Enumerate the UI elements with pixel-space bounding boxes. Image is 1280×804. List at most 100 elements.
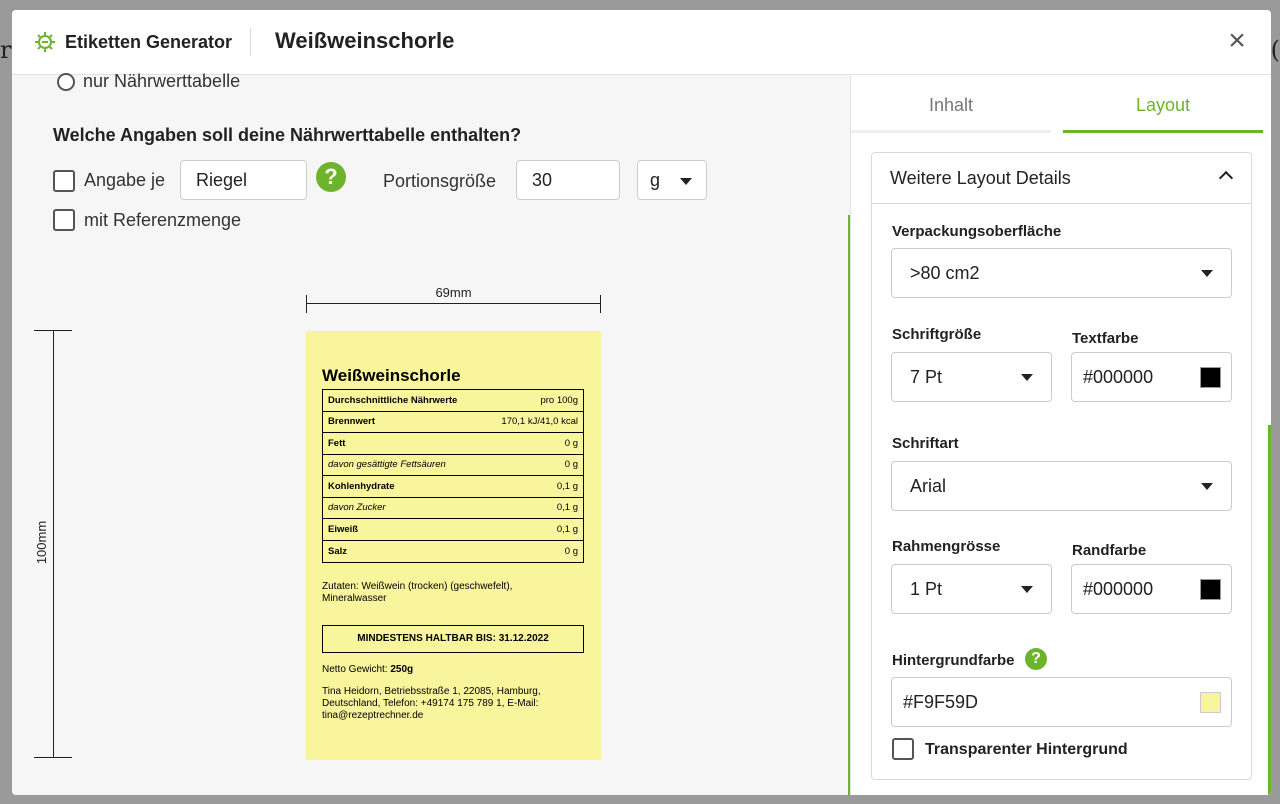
background-color-label: Hintergrundfarbe — [892, 652, 1015, 669]
frame-size-select[interactable]: 1 Pt — [891, 564, 1052, 614]
label-title: Weißweinschorle — [322, 366, 461, 385]
border-color-swatch[interactable] — [1200, 579, 1221, 600]
width-dimension: 69mm — [306, 285, 601, 315]
caret-down-icon — [680, 178, 692, 185]
background-color-value: #F9F59D — [903, 692, 979, 712]
nutrition-header-name: Durchschnittliche Nährwerte — [328, 394, 458, 406]
tab-inhalt[interactable]: Inhalt — [851, 75, 1051, 133]
app-name: Etiketten Generator — [65, 32, 233, 52]
unit-select[interactable]: g — [637, 160, 707, 200]
tab-layout[interactable]: Layout — [1063, 75, 1263, 133]
caret-down-icon — [1021, 374, 1033, 381]
height-dimension: 100mm — [34, 330, 74, 760]
settings-tabs: Inhalt Layout — [851, 75, 1263, 133]
label-preview: Weißweinschorle Durchschnittliche Nährwe… — [306, 331, 601, 760]
text-color-swatch[interactable] — [1200, 367, 1221, 388]
nutrition-value: 0 g — [564, 545, 578, 557]
layout-details-card: Weitere Layout Details Verpackungsoberfl… — [871, 152, 1252, 780]
nutrition-name: davon Zucker — [328, 502, 386, 514]
text-color-value: #000000 — [1083, 367, 1154, 387]
width-dimension-tick-right — [600, 295, 601, 313]
nutrition-value: 170,1 kJ/41,0 kcal — [501, 416, 578, 428]
help-icon[interactable]: ? — [1025, 648, 1047, 670]
layout-details-header[interactable]: Weitere Layout Details — [872, 153, 1251, 204]
height-dimension-text: 100mm — [34, 520, 50, 565]
nutrition-name: Kohlenhydrate — [328, 480, 395, 492]
portion-size-input[interactable]: 30 — [516, 160, 620, 200]
transparent-background-label: Transparenter Hintergrund — [925, 741, 1128, 758]
background-fragment-right: ( — [1270, 36, 1280, 64]
nutrition-name: Eiweiß — [328, 523, 359, 535]
background-color-input[interactable]: #F9F59D — [891, 677, 1232, 727]
editor-left-pane: nur Nährwerttabelle Welche Angaben soll … — [12, 71, 850, 795]
packaging-surface-value: >80 cm2 — [910, 263, 980, 283]
net-weight: Netto Gewicht: 250g — [322, 664, 413, 675]
frame-size-label: Rahmengrösse — [892, 538, 1001, 555]
document-title: Weißweinschorle — [275, 28, 455, 53]
close-button[interactable]: × — [1223, 26, 1251, 56]
radio-label: nur Nährwerttabelle — [83, 71, 241, 91]
nutrition-table: Durchschnittliche Nährwerte pro 100g Bre… — [322, 389, 584, 563]
text-color-input[interactable]: #000000 — [1071, 352, 1232, 402]
border-color-label: Randfarbe — [1072, 542, 1147, 559]
nutrition-name: Fett — [328, 437, 346, 449]
best-before-box: MINDESTENS HALTBAR BIS: 31.12.2022 — [322, 625, 584, 653]
border-color-input[interactable]: #000000 — [1071, 564, 1232, 614]
width-dimension-text: 69mm — [435, 285, 472, 300]
nutrition-value: 0,1 g — [556, 502, 578, 514]
background-fragment-left: r — [0, 36, 12, 64]
gear-logo-icon — [35, 32, 55, 52]
nutrition-name: davon gesättigte Fettsäuren — [328, 459, 446, 471]
height-dimension-line — [53, 330, 54, 758]
ingredients-text: Zutaten: Weißwein (trocken) (geschwefelt… — [322, 581, 513, 604]
nutrition-value: 0 g — [564, 459, 578, 471]
modal-header: Etiketten Generator Weißweinschorle × — [12, 10, 1271, 75]
font-family-select[interactable]: Arial — [891, 461, 1232, 511]
packaging-surface-select[interactable]: >80 cm2 — [891, 248, 1232, 298]
transparent-background-checkbox[interactable] — [892, 738, 914, 760]
radio-circle[interactable] — [57, 72, 75, 91]
nutrition-header-row: Durchschnittliche Nährwerte pro 100g — [323, 390, 583, 412]
net-weight-label: Netto Gewicht: — [322, 664, 388, 675]
angabe-label: Angabe je — [84, 170, 166, 190]
font-family-label: Schriftart — [892, 435, 959, 452]
background-color-swatch[interactable] — [1200, 692, 1221, 713]
unit-name-input[interactable]: Riegel — [180, 160, 307, 200]
nutrition-value: 0,1 g — [556, 480, 578, 492]
angabe-checkbox[interactable] — [53, 170, 75, 192]
reference-checkbox[interactable] — [53, 209, 75, 231]
radio-only-nutrition[interactable]: nur Nährwerttabelle — [57, 71, 240, 92]
label-generator-modal: Etiketten Generator Weißweinschorle × nu… — [12, 10, 1271, 795]
caret-down-icon — [1201, 270, 1213, 277]
net-weight-value: 250g — [390, 664, 414, 675]
nutrition-row: Eiweiß 0,1 g — [323, 519, 583, 541]
nutrition-row: Kohlenhydrate 0,1 g — [323, 476, 583, 498]
font-size-select[interactable]: 7 Pt — [891, 352, 1052, 402]
font-family-value: Arial — [910, 476, 947, 496]
nutrition-name: Brennwert — [328, 416, 375, 428]
nutrition-question: Welche Angaben soll deine Nährwerttabell… — [53, 125, 522, 145]
nutrition-value: 0 g — [564, 437, 578, 449]
help-icon[interactable]: ? — [316, 162, 346, 192]
per-unit-row: Angabe je Riegel ? Portionsgröße 30 g — [53, 160, 753, 200]
header-divider — [250, 28, 251, 56]
nutrition-row: davon gesättigte Fettsäuren 0 g — [323, 455, 583, 476]
nutrition-row: davon Zucker 0,1 g — [323, 498, 583, 519]
font-size-label: Schriftgröße — [892, 326, 982, 343]
height-dimension-tick-bottom — [34, 757, 72, 758]
caret-down-icon — [1201, 483, 1213, 490]
nutrition-row: Brennwert 170,1 kJ/41,0 kcal — [323, 412, 583, 433]
nutrition-name: Salz — [328, 545, 348, 557]
font-size-value: 7 Pt — [910, 367, 943, 387]
packaging-surface-label: Verpackungsoberfläche — [892, 223, 1062, 240]
chevron-up-icon[interactable] — [1218, 170, 1234, 186]
caret-down-icon — [1021, 586, 1033, 593]
portion-size-label: Portionsgröße — [383, 171, 497, 191]
nutrition-value: 0,1 g — [556, 523, 578, 535]
producer-address: Tina Heidorn, Betriebsstraße 1, 22085, H… — [322, 686, 541, 721]
nutrition-row: Fett 0 g — [323, 433, 583, 455]
right-scrollbar[interactable] — [1268, 425, 1271, 795]
layout-details-title: Weitere Layout Details — [890, 168, 1071, 188]
border-color-value: #000000 — [1083, 579, 1154, 599]
nutrition-header-value: pro 100g — [540, 394, 578, 406]
